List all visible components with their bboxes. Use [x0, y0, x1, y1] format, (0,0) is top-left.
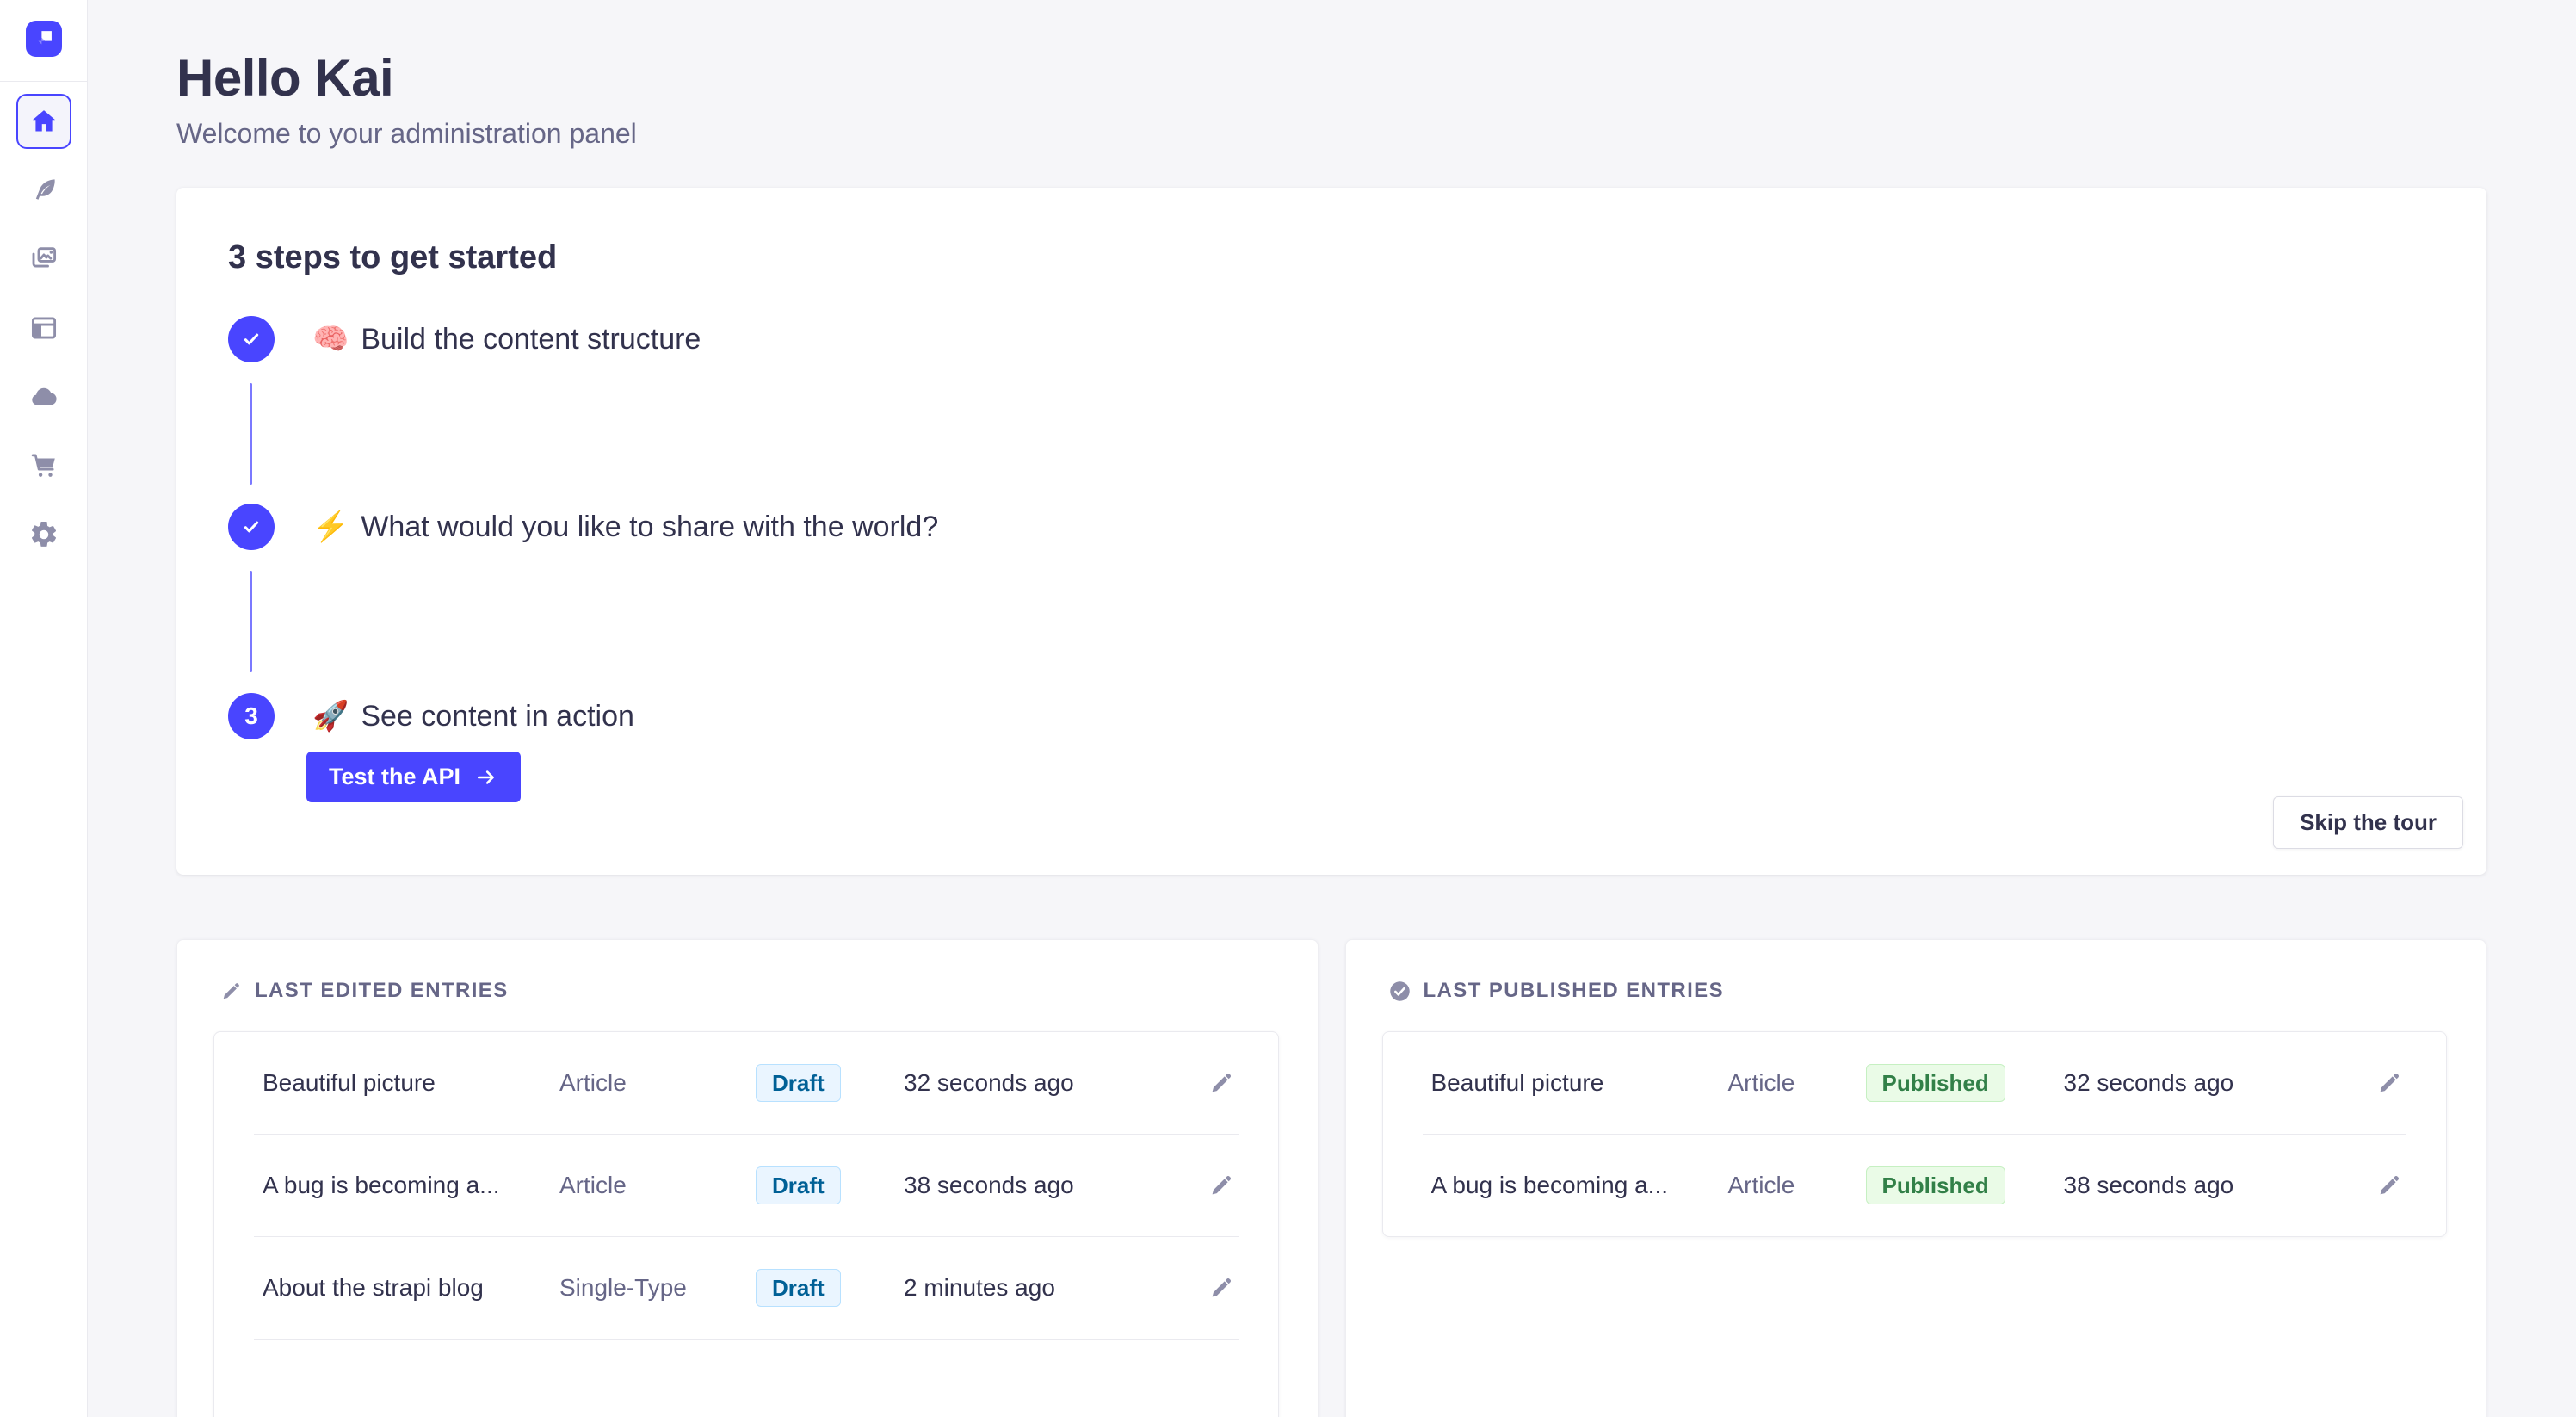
entry-title: A bug is becoming a... [263, 1172, 559, 1199]
sidebar-item-content-manager[interactable] [16, 163, 71, 218]
step-2-label: ⚡ What would you like to share with the … [312, 504, 938, 550]
pencil-icon [1208, 1069, 1235, 1097]
entry-time: 38 seconds ago [2064, 1172, 2371, 1199]
table-row: A bug is becoming a... Article Draft 38 … [214, 1135, 1278, 1236]
sidebar-item-content-type-builder[interactable] [16, 300, 71, 356]
status-badge: Published [1866, 1064, 2005, 1102]
edit-entry-button[interactable] [2370, 1166, 2408, 1204]
step-1-done-indicator [228, 316, 275, 362]
entries-table: Beautiful picture Article Published 32 s… [1382, 1031, 2448, 1237]
step-connector-line [250, 571, 252, 672]
layout-icon [28, 312, 59, 343]
last-published-entries-widget: LAST PUBLISHED ENTRIES Beautiful picture… [1345, 939, 2487, 1417]
arrow-right-icon [474, 765, 498, 789]
edit-entry-button[interactable] [1202, 1166, 1240, 1204]
sidebar-item-home[interactable] [16, 94, 71, 149]
status-badge: Draft [756, 1269, 841, 1307]
page-subtitle: Welcome to your administration panel [176, 118, 2486, 150]
pencil-icon [2375, 1069, 2403, 1097]
edit-entry-button[interactable] [1202, 1064, 1240, 1102]
entry-kind: Article [559, 1172, 756, 1199]
entry-kind: Article [1728, 1069, 1866, 1097]
entry-title: A bug is becoming a... [1431, 1172, 1728, 1199]
sidebar-divider [0, 81, 88, 82]
check-icon [239, 327, 263, 351]
step-connector-line [250, 383, 252, 485]
page-title: Hello Kai [176, 0, 2486, 108]
status-badge: Published [1866, 1166, 2005, 1204]
entry-title: Beautiful picture [1431, 1069, 1728, 1097]
widget-title: LAST PUBLISHED ENTRIES [1424, 979, 1725, 1003]
main-content: Hello Kai Welcome to your administration… [89, 0, 2576, 1417]
entry-time: 38 seconds ago [904, 1172, 1202, 1199]
entries-table: Beautiful picture Article Draft 32 secon… [213, 1031, 1279, 1417]
check-circle-icon [1388, 980, 1412, 1003]
entry-kind: Single-Type [559, 1274, 756, 1302]
edit-entry-button[interactable] [2370, 1064, 2408, 1102]
test-api-label: Test the API [329, 764, 460, 790]
home-icon [28, 106, 59, 137]
last-edited-entries-widget: LAST EDITED ENTRIES Beautiful picture Ar… [176, 939, 1319, 1417]
sidebar-item-cloud[interactable] [16, 369, 71, 424]
table-row: Beautiful picture Article Draft 32 secon… [214, 1032, 1278, 1134]
entry-kind: Article [559, 1069, 756, 1097]
media-library-icon [28, 244, 59, 275]
step-1-label: 🧠 Build the content structure [312, 316, 701, 362]
cart-icon [28, 450, 59, 481]
guided-tour-title: 3 steps to get started [228, 239, 557, 276]
strapi-logo [26, 21, 62, 57]
sidebar-item-media-library[interactable] [16, 232, 71, 287]
lightning-emoji: ⚡ [312, 510, 349, 544]
pencil-icon [219, 980, 243, 1003]
table-row [214, 1340, 1278, 1417]
entry-kind: Article [1728, 1172, 1866, 1199]
pencil-icon [2375, 1172, 2403, 1199]
sidebar [0, 0, 88, 1417]
pencil-icon [1208, 1274, 1235, 1302]
feather-icon [28, 175, 59, 206]
brain-emoji: 🧠 [312, 322, 349, 356]
table-row: A bug is becoming a... Article Published… [1383, 1135, 2447, 1236]
edit-entry-button[interactable] [1202, 1269, 1240, 1307]
check-icon [239, 515, 263, 539]
step-3-text: See content in action [361, 700, 634, 733]
widget-title: LAST EDITED ENTRIES [255, 979, 509, 1003]
sidebar-item-marketplace[interactable] [16, 438, 71, 493]
pencil-icon [1208, 1172, 1235, 1199]
rocket-emoji: 🚀 [312, 699, 349, 733]
guided-tour-card: 3 steps to get started 3 🧠 Build the con… [176, 188, 2486, 875]
step-3-number-indicator: 3 [228, 693, 275, 739]
table-row: About the strapi blog Single-Type Draft … [214, 1237, 1278, 1339]
widget-header: LAST PUBLISHED ENTRIES [1346, 940, 2486, 1003]
entry-time: 32 seconds ago [2064, 1069, 2371, 1097]
sidebar-item-settings[interactable] [16, 507, 71, 562]
entry-title: About the strapi blog [263, 1274, 559, 1302]
entry-time: 2 minutes ago [904, 1274, 1202, 1302]
entry-time: 32 seconds ago [904, 1069, 1202, 1097]
gear-icon [28, 519, 59, 550]
cloud-icon [28, 381, 59, 412]
widget-header: LAST EDITED ENTRIES [177, 940, 1318, 1003]
entry-title: Beautiful picture [263, 1069, 559, 1097]
status-badge: Draft [756, 1166, 841, 1204]
step-2-text: What would you like to share with the wo… [361, 510, 938, 544]
table-row: Beautiful picture Article Published 32 s… [1383, 1032, 2447, 1134]
test-api-button[interactable]: Test the API [306, 752, 521, 802]
step-3-label: 🚀 See content in action [312, 693, 634, 739]
strapi-logo-icon [26, 21, 62, 57]
step-2-done-indicator [228, 504, 275, 550]
status-badge: Draft [756, 1064, 841, 1102]
step-1-text: Build the content structure [361, 323, 701, 356]
skip-tour-button[interactable]: Skip the tour [2273, 796, 2463, 849]
